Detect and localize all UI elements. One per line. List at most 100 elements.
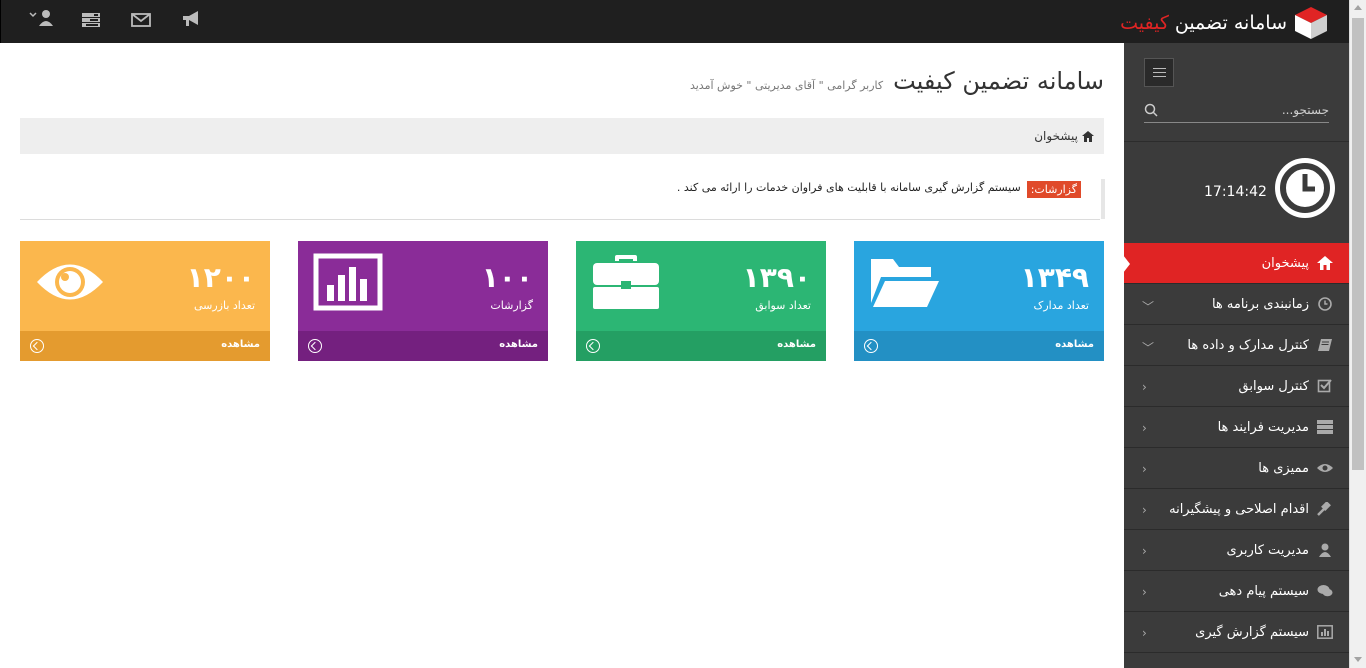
sidebar-item-messaging[interactable]: سیستم پیام دهی ‹ bbox=[1124, 571, 1349, 612]
stat-card-records: ۱۳۹۰ تعداد سوابق مشاهده bbox=[576, 241, 826, 361]
welcome-text: کاربر گرامی " آقای مدیریتی " خوش آمدید bbox=[689, 79, 884, 92]
divider bbox=[20, 219, 1100, 220]
book-icon bbox=[1318, 339, 1332, 351]
clock-widget: 17:14:42 bbox=[1124, 141, 1349, 241]
sidebar-item-label: پیشخوان bbox=[1261, 255, 1309, 271]
view-link[interactable]: مشاهده bbox=[777, 339, 816, 350]
active-indicator bbox=[1123, 255, 1130, 273]
arrow-circle-left-icon[interactable] bbox=[864, 339, 878, 353]
top-navbar: سامانه تضمین کیفیت bbox=[0, 0, 1349, 43]
mail-icon[interactable] bbox=[131, 10, 153, 32]
cube-logo-icon bbox=[1295, 7, 1327, 39]
chevron-down-icon: ﹀ bbox=[1142, 300, 1155, 314]
user-icon bbox=[1319, 543, 1331, 557]
tasks-icon bbox=[1317, 420, 1333, 434]
eye-icon bbox=[35, 253, 105, 315]
view-link[interactable]: مشاهده bbox=[221, 339, 260, 350]
search-placeholder[interactable]: جستجو... bbox=[1282, 103, 1329, 117]
sidebar-item-label: سیستم پیام دهی bbox=[1218, 583, 1309, 599]
gavel-icon bbox=[1317, 502, 1331, 516]
stat-card-footer[interactable]: مشاهده bbox=[20, 331, 270, 361]
sidebar-item-label: مدیریت فرایند ها bbox=[1217, 419, 1309, 435]
sidebar-item-corrective-actions[interactable]: اقدام اصلاحی و پیشگیرانه ‹ bbox=[1124, 489, 1349, 530]
stat-card-documents: ۱۳۴۹ تعداد مدارک مشاهده bbox=[854, 241, 1104, 361]
brand-text-accent: کیفیت bbox=[1120, 12, 1169, 34]
stat-label: تعداد سوابق bbox=[755, 299, 811, 312]
vertical-scrollbar[interactable] bbox=[1349, 0, 1366, 668]
notice-box: گزارشات: سیستم گزارش گیری سامانه با قابل… bbox=[660, 179, 1105, 219]
sidebar-toggle-button[interactable] bbox=[1144, 58, 1174, 87]
page-header: سامانه تضمین کیفیت کاربر گرامی " آقای مد… bbox=[690, 67, 1104, 95]
breadcrumb: پیشخوان bbox=[20, 118, 1104, 154]
page-title: سامانه تضمین کیفیت bbox=[893, 67, 1104, 95]
sidebar-item-label: کنترل سوابق bbox=[1238, 378, 1309, 394]
scroll-thumb[interactable] bbox=[1352, 18, 1364, 470]
chevron-down-icon: ﹀ bbox=[1142, 341, 1155, 355]
stat-number: ۱۰۰ bbox=[481, 261, 533, 294]
stat-label: تعداد بازرسی bbox=[193, 299, 255, 312]
notice-text: سیستم گزارش گیری سامانه با قابلیت های فر… bbox=[676, 181, 1021, 194]
stat-card-footer[interactable]: مشاهده bbox=[298, 331, 548, 361]
sidebar-item-label: ممیزی ها bbox=[1258, 460, 1309, 476]
clock-icon bbox=[1275, 158, 1335, 218]
brand-logo[interactable]: سامانه تضمین کیفیت bbox=[1120, 6, 1329, 40]
stat-card-footer[interactable]: مشاهده bbox=[854, 331, 1104, 361]
clock-time: 17:14:42 bbox=[1204, 184, 1267, 200]
chevron-left-icon: ‹ bbox=[1142, 380, 1147, 394]
sidebar-item-label: مدیریت کاربری bbox=[1226, 542, 1310, 558]
stat-label: تعداد مدارک bbox=[1033, 299, 1089, 312]
arrow-circle-left-icon[interactable] bbox=[586, 339, 600, 353]
sidebar-item-reporting[interactable]: سیستم گزارش گیری ‹ bbox=[1124, 612, 1349, 653]
user-icon[interactable] bbox=[29, 10, 53, 32]
chevron-left-icon: ‹ bbox=[1142, 585, 1147, 599]
breadcrumb-home-link[interactable]: پیشخوان bbox=[1034, 129, 1078, 143]
stat-number: ۱۳۴۹ bbox=[1020, 261, 1089, 294]
view-link[interactable]: مشاهده bbox=[1055, 339, 1094, 350]
stat-card-inspections: ۱۲۰۰ تعداد بازرسی مشاهده bbox=[20, 241, 270, 361]
sidebar-item-records-control[interactable]: کنترل سوابق ‹ bbox=[1124, 366, 1349, 407]
sidebar-item-label: کنترل مدارک و داده ها bbox=[1187, 337, 1309, 353]
search-icon[interactable] bbox=[1144, 103, 1158, 117]
stat-card-reports: ۱۰۰ گزارشات مشاهده bbox=[298, 241, 548, 361]
sidebar-item-label: اقدام اصلاحی و پیشگیرانه bbox=[1169, 501, 1309, 517]
sidebar-item-label: سیستم گزارش گیری bbox=[1195, 624, 1309, 640]
home-icon bbox=[1082, 130, 1094, 142]
sidebar-item-dashboard[interactable]: پیشخوان bbox=[1123, 243, 1349, 284]
sidebar-item-audits[interactable]: ممیزی ها ‹ bbox=[1124, 448, 1349, 489]
home-icon bbox=[1317, 256, 1333, 270]
sidebar-item-document-control[interactable]: کنترل مدارک و داده ها ﹀ bbox=[1124, 325, 1349, 366]
chevron-left-icon: ‹ bbox=[1142, 544, 1147, 558]
stat-label: گزارشات bbox=[490, 299, 533, 312]
sidebar-menu: پیشخوان زمانبندی برنامه ها ﹀ کنترل مدارک… bbox=[1123, 243, 1349, 653]
chevron-left-icon: ‹ bbox=[1142, 421, 1147, 435]
bar-chart-icon bbox=[1317, 625, 1333, 639]
arrow-circle-left-icon[interactable] bbox=[30, 339, 44, 353]
sidebar-search-input[interactable]: جستجو... bbox=[1144, 99, 1329, 123]
chevron-left-icon: ‹ bbox=[1142, 626, 1147, 640]
chevron-left-icon: ‹ bbox=[1142, 462, 1147, 476]
sidebar-item-scheduling[interactable]: زمانبندی برنامه ها ﹀ bbox=[1124, 284, 1349, 325]
stat-card-footer[interactable]: مشاهده bbox=[576, 331, 826, 361]
comments-icon bbox=[1317, 585, 1333, 597]
arrow-circle-left-icon[interactable] bbox=[308, 339, 322, 353]
checkbox-icon bbox=[1317, 379, 1332, 393]
tasks-icon[interactable] bbox=[81, 10, 103, 32]
sidebar: جستجو... 17:14:42 پیشخوان زمانبندی برنام… bbox=[1123, 43, 1349, 668]
scroll-down-arrow-icon[interactable] bbox=[1354, 657, 1362, 662]
notice-tag: گزارشات: bbox=[1026, 181, 1081, 198]
stat-number: ۱۲۰۰ bbox=[186, 261, 255, 294]
folder-open-icon bbox=[869, 253, 941, 315]
stat-number: ۱۳۹۰ bbox=[742, 261, 811, 294]
megaphone-icon[interactable] bbox=[181, 10, 203, 32]
scroll-up-arrow-icon[interactable] bbox=[1354, 5, 1362, 10]
chevron-left-icon: ‹ bbox=[1142, 503, 1147, 517]
view-link[interactable]: مشاهده bbox=[499, 339, 538, 350]
sidebar-item-label: زمانبندی برنامه ها bbox=[1211, 296, 1309, 312]
sidebar-item-user-management[interactable]: مدیریت کاربری ‹ bbox=[1124, 530, 1349, 571]
briefcase-icon bbox=[591, 253, 661, 317]
brand-text: سامانه تضمین bbox=[1174, 12, 1287, 34]
clock-icon bbox=[1318, 297, 1332, 311]
sidebar-item-process-management[interactable]: مدیریت فرایند ها ‹ bbox=[1124, 407, 1349, 448]
bar-chart-icon bbox=[313, 253, 383, 315]
eye-icon bbox=[1317, 464, 1333, 472]
